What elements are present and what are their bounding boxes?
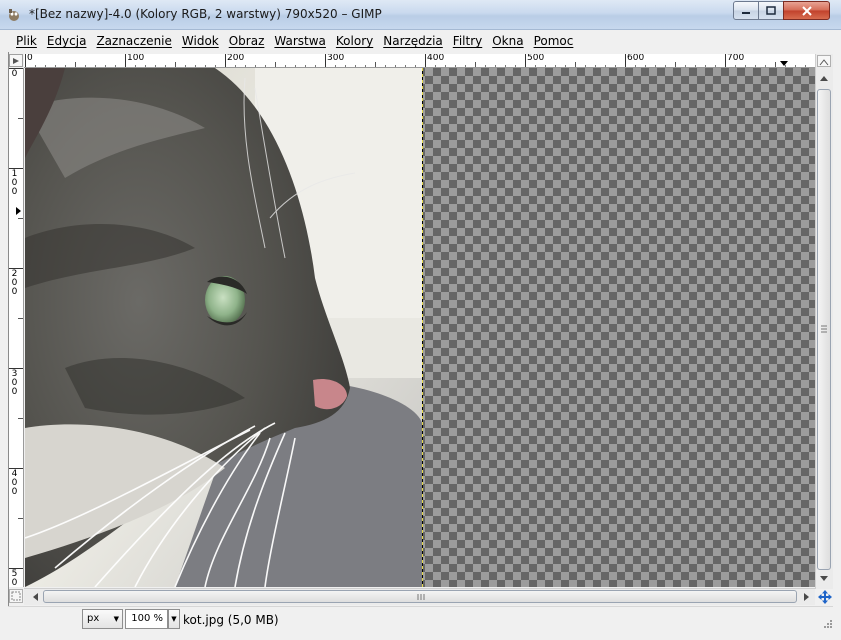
ruler-label: 200 [227,54,245,63]
scroll-right-arrow[interactable] [799,589,815,605]
ruler-label: 500 [527,54,545,63]
minimize-button[interactable] [733,1,759,20]
ruler-digit: 0 [11,187,18,197]
horizontal-ruler[interactable]: 0 100 200 300 400 500 600 700 [24,54,815,68]
quick-mask-button[interactable] [9,589,23,603]
menu-filtry[interactable]: Filtry [448,34,487,48]
ruler-digit: 0 [11,387,18,397]
unit-select[interactable]: px ▼ [82,609,123,629]
dropdown-arrow-icon: ▼ [171,615,177,623]
ruler-label: 300 [11,370,18,397]
vertical-ruler[interactable]: 0 100 200 300 400 50 [9,68,24,587]
ruler-label: 400 [427,54,445,63]
pointer-marker-icon [780,61,788,66]
cat-photo-layer [25,68,423,587]
grip-icon [417,594,425,600]
ruler-label: 0 [11,70,18,79]
zoom-to-window-button[interactable] [817,55,831,67]
arrow-left-icon [33,593,38,601]
ruler-digit: 0 [11,578,18,588]
ruler-label: 100 [11,170,18,197]
scroll-left-arrow[interactable] [27,589,43,605]
close-button[interactable] [783,1,830,20]
vertical-scroll-thumb[interactable] [817,89,831,570]
menu-obraz[interactable]: Obraz [224,34,270,48]
navigate-icon [817,589,832,604]
quick-mask-icon [11,591,21,601]
arrow-right-icon [804,593,809,601]
dropdown-arrow-icon: ▼ [113,615,119,623]
close-icon [801,5,812,16]
pointer-marker-icon [16,207,21,215]
ruler-label: 300 [327,54,345,63]
zoom-dropdown-button[interactable]: ▼ [168,609,180,629]
ruler-label: 400 [11,470,18,497]
menu-warstwa[interactable]: Warstwa [269,34,331,48]
menu-okna[interactable]: Okna [487,34,528,48]
layer-boundary [422,68,423,587]
grip-icon [821,325,827,333]
menu-widok[interactable]: Widok [177,34,224,48]
file-info-label: kot.jpg (5,0 MB) [183,613,279,627]
ruler-label: 50 [11,570,18,588]
scroll-down-arrow[interactable] [816,571,832,587]
zoom-input[interactable]: 100 % [125,609,168,629]
maximize-icon [766,6,776,15]
menu-edycja[interactable]: Edycja [42,34,92,48]
arrow-up-icon [820,76,828,81]
menu-narzedzia[interactable]: Narzędzia [378,34,448,48]
window-title: *[Bez nazwy]-4.0 (Kolory RGB, 2 warstwy)… [29,7,382,21]
horizontal-scroll-thumb[interactable] [43,590,797,603]
menu-kolory[interactable]: Kolory [331,34,378,48]
navigate-image-button[interactable] [816,588,833,605]
unit-value: px [87,613,100,624]
zoom-fit-icon [819,59,829,66]
minimize-icon [742,11,750,14]
ruler-digit: 0 [11,487,18,497]
ruler-label: 0 [27,54,33,63]
title-bar[interactable]: *[Bez nazwy]-4.0 (Kolory RGB, 2 warstwy)… [0,0,841,30]
ruler-ticks [9,68,23,569]
ruler-label: 600 [627,54,645,63]
menu-plik[interactable]: Plik [11,34,42,48]
gimp-app-icon [9,9,19,21]
ruler-digit: 0 [11,287,18,297]
ruler-label: 700 [727,54,745,63]
ruler-label: 200 [11,270,18,297]
arrow-menu-icon [13,58,19,64]
menu-zaznaczenie[interactable]: Zaznaczenie [91,34,176,48]
ruler-label: 100 [127,54,145,63]
image-menu-button[interactable] [9,54,23,67]
menu-pomoc[interactable]: Pomoc [529,34,579,48]
menu-bar: Plik Edycja Zaznaczenie Widok Obraz Wars… [8,30,833,52]
arrow-down-icon [820,576,828,581]
image-canvas[interactable] [25,68,815,587]
resize-grip-icon[interactable] [822,618,833,629]
maximize-button[interactable] [758,1,784,20]
scroll-up-arrow[interactable] [816,70,832,86]
ruler-digit: 0 [11,69,18,79]
